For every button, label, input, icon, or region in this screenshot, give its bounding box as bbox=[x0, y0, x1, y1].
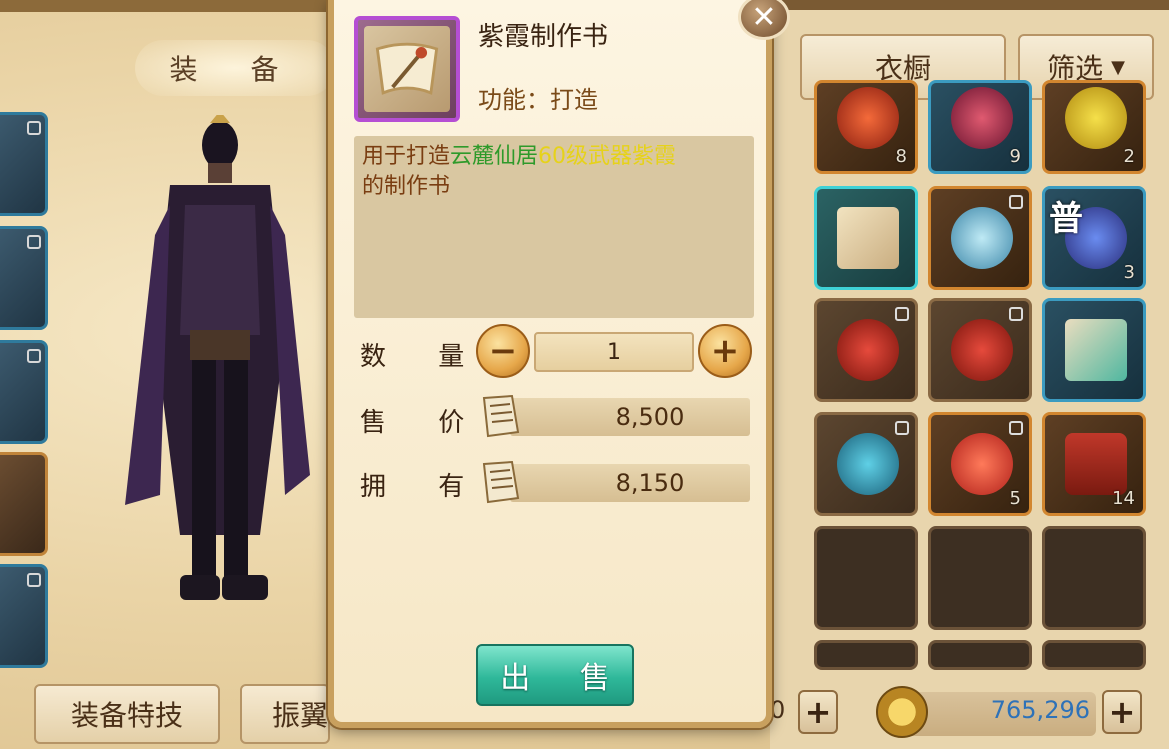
equip-tab[interactable]: 装 备 bbox=[140, 44, 330, 92]
item-count: 2 bbox=[1123, 146, 1135, 167]
inventory-slot[interactable] bbox=[928, 640, 1032, 670]
price-value: 8,500 bbox=[510, 398, 750, 436]
inventory-slot[interactable]: 普 3 bbox=[1042, 186, 1146, 290]
coin-icon bbox=[876, 686, 928, 738]
desc-weapon: 60级武器紫霞 bbox=[538, 144, 677, 169]
sell-button[interactable]: 出 售 bbox=[476, 644, 634, 706]
desc-text-end: 的制作书 bbox=[362, 174, 451, 199]
potion-icon bbox=[837, 433, 899, 495]
equip-slot[interactable] bbox=[0, 452, 48, 556]
item-icon bbox=[951, 87, 1013, 149]
item-frame bbox=[354, 16, 460, 122]
inventory-slot[interactable] bbox=[814, 298, 918, 402]
item-count: 5 bbox=[1009, 488, 1021, 509]
chest-icon bbox=[1065, 433, 1127, 495]
scroll-icon bbox=[1065, 319, 1127, 381]
item-count: 9 bbox=[1009, 146, 1021, 167]
close-icon: ✕ bbox=[751, 0, 777, 35]
add-coin-button[interactable]: + bbox=[1102, 690, 1142, 734]
item-description: 用于打造云麓仙居60级武器紫霞的制作书 bbox=[354, 136, 754, 318]
item-image bbox=[364, 26, 450, 112]
lock-icon bbox=[895, 307, 909, 321]
desc-location: 云麓仙居 bbox=[450, 144, 539, 169]
inventory-slot[interactable] bbox=[814, 526, 918, 630]
lock-icon bbox=[27, 349, 41, 363]
minus-icon: − bbox=[488, 331, 518, 371]
potion-icon bbox=[951, 319, 1013, 381]
scroll-icon bbox=[837, 207, 899, 269]
item-count: 14 bbox=[1112, 488, 1135, 509]
inventory-slot[interactable] bbox=[1042, 526, 1146, 630]
lock-icon bbox=[1009, 307, 1023, 321]
character-model bbox=[125, 115, 310, 600]
inventory-slot[interactable]: 2 bbox=[1042, 80, 1146, 174]
equip-skill-button[interactable]: 装备特技 bbox=[34, 684, 220, 744]
inventory-slot[interactable] bbox=[928, 298, 1032, 402]
owned-value: 8,150 bbox=[510, 464, 750, 502]
equip-slot[interactable] bbox=[0, 112, 48, 216]
wing-button[interactable]: 振翼 bbox=[240, 684, 330, 744]
lock-icon bbox=[27, 121, 41, 135]
inventory-slot[interactable]: 5 bbox=[928, 412, 1032, 516]
currency-value: 765,296 bbox=[990, 696, 1090, 724]
scroll-icon bbox=[375, 42, 439, 95]
item-name: 紫霞制作书 bbox=[478, 22, 609, 52]
price-label: 售 价 bbox=[360, 408, 487, 438]
lock-icon bbox=[27, 235, 41, 249]
currency-left-value: 0 bbox=[770, 696, 786, 724]
equip-slot[interactable] bbox=[0, 340, 48, 444]
item-count: 8 bbox=[895, 146, 907, 167]
item-count: 3 bbox=[1123, 262, 1135, 283]
quantity-input[interactable]: 1 bbox=[534, 332, 694, 372]
currency-scroll-icon bbox=[482, 460, 520, 504]
lock-icon bbox=[1009, 421, 1023, 435]
inventory-slot[interactable] bbox=[814, 640, 918, 670]
item-function: 功能：打造 bbox=[478, 86, 598, 114]
inventory-slot[interactable]: 8 bbox=[814, 80, 918, 174]
inventory-slot[interactable] bbox=[814, 412, 918, 516]
normal-badge: 普 bbox=[1049, 199, 1083, 239]
inventory-slot[interactable] bbox=[1042, 298, 1146, 402]
plus-icon: + bbox=[710, 331, 740, 371]
item-detail-popup: 紫霞制作书 功能：打造 用于打造云麓仙居60级武器紫霞 的制作书 数 量 − 1 … bbox=[328, 0, 772, 728]
lock-icon bbox=[27, 573, 41, 587]
plus-button[interactable]: + bbox=[698, 324, 752, 378]
fruit-icon bbox=[951, 433, 1013, 495]
quantity-label: 数 量 bbox=[360, 342, 487, 372]
lock-icon bbox=[895, 421, 909, 435]
item-icon bbox=[1065, 87, 1127, 149]
inventory-slot[interactable] bbox=[928, 186, 1032, 290]
inventory-slot[interactable]: 9 bbox=[928, 80, 1032, 174]
inventory-slot[interactable] bbox=[928, 526, 1032, 630]
inventory-slot[interactable]: 14 bbox=[1042, 412, 1146, 516]
inventory-slot[interactable] bbox=[1042, 640, 1146, 670]
plus-icon: + bbox=[1108, 693, 1136, 731]
potion-icon bbox=[837, 319, 899, 381]
equip-slot[interactable] bbox=[0, 564, 48, 668]
lock-icon bbox=[1009, 195, 1023, 209]
item-icon bbox=[837, 87, 899, 149]
chevron-down-icon: ▼ bbox=[1111, 56, 1125, 78]
plus-icon: + bbox=[804, 693, 832, 731]
item-icon bbox=[951, 207, 1013, 269]
owned-label: 拥 有 bbox=[360, 472, 487, 502]
equip-slot[interactable] bbox=[0, 226, 48, 330]
minus-button[interactable]: − bbox=[476, 324, 530, 378]
add-currency-button[interactable]: + bbox=[798, 690, 838, 734]
currency-scroll-icon bbox=[482, 394, 520, 438]
inventory-slot[interactable] bbox=[814, 186, 918, 290]
desc-text: 用于打造 bbox=[362, 144, 451, 169]
